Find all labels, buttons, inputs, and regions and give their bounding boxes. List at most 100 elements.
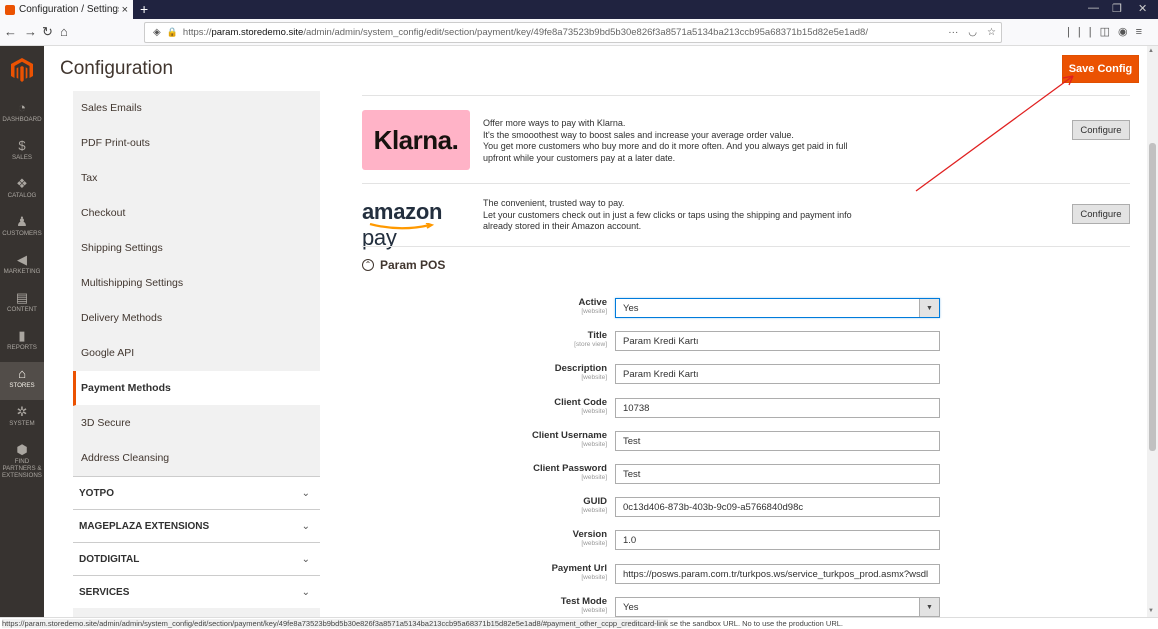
field-label-text: Active bbox=[578, 297, 607, 308]
config-tab-shipping-settings[interactable]: Shipping Settings bbox=[73, 231, 320, 266]
config-group-services[interactable]: SERVICES ⌄ bbox=[73, 575, 320, 608]
config-tab-tax[interactable]: Tax bbox=[73, 161, 320, 196]
admin-nav-find[interactable]: ⬢ FIND PARTNERS & EXTENSIONS bbox=[0, 438, 44, 479]
admin-nav-sales[interactable]: $ SALES bbox=[0, 134, 44, 172]
amazon-pay-logo: amazon pay bbox=[362, 199, 443, 250]
chevron-down-icon[interactable]: ⌄ bbox=[302, 554, 310, 565]
config-tab-google-api[interactable]: Google API bbox=[73, 336, 320, 371]
scrollbar-thumb[interactable] bbox=[1149, 143, 1156, 451]
admin-nav-catalog[interactable]: ❖ CATALOG bbox=[0, 172, 44, 210]
active-select[interactable]: Yes ▼ bbox=[615, 298, 940, 318]
pocket-icon[interactable]: ◡ bbox=[968, 27, 977, 38]
field-scope: [website] bbox=[581, 540, 607, 547]
bookmark-star-icon[interactable]: ☆ bbox=[987, 27, 996, 38]
config-tab-checkout[interactable]: Checkout bbox=[73, 196, 320, 231]
shield-icon[interactable]: ◈ bbox=[153, 27, 161, 38]
tab-close-icon[interactable]: × bbox=[122, 4, 128, 16]
field-label-text: Test Mode bbox=[560, 596, 607, 607]
field-label-text: Client Password bbox=[533, 463, 607, 474]
config-tab-3d-secure[interactable]: 3D Secure bbox=[73, 406, 320, 441]
minimize-icon[interactable]: — bbox=[1088, 2, 1099, 14]
guid-input[interactable]: 0c13d406-873b-403b-9c09-a5766840d98c bbox=[615, 497, 940, 517]
page-scrollbar[interactable]: ▲ ▼ bbox=[1147, 46, 1158, 617]
amazon-smile-icon bbox=[369, 223, 435, 230]
field-label: Client Code [website] bbox=[554, 397, 607, 416]
admin-nav-stores[interactable]: ⌂ STORES bbox=[0, 362, 44, 400]
description-input[interactable]: Param Kredi Kartı bbox=[615, 364, 940, 384]
tab-title: Configuration / Settings / Stor bbox=[19, 4, 119, 15]
config-group-dotdigital[interactable]: DOTDIGITAL ⌄ bbox=[73, 542, 320, 575]
admin-nav-marketing[interactable]: ◀ MARKETING bbox=[0, 248, 44, 286]
admin-nav-label: DASHBOARD bbox=[2, 116, 42, 123]
admin-nav-dashboard[interactable]: ◔ DASHBOARD bbox=[0, 96, 44, 134]
box-icon: ❖ bbox=[16, 176, 28, 191]
save-config-button[interactable]: Save Config bbox=[1062, 55, 1139, 83]
scroll-up-icon[interactable]: ▲ bbox=[1148, 48, 1154, 54]
chevron-down-icon[interactable]: ⌄ bbox=[302, 521, 310, 532]
field-label-text: Payment Url bbox=[551, 563, 607, 574]
config-tab-multishipping-settings[interactable]: Multishipping Settings bbox=[73, 266, 320, 301]
collapse-toggle-icon[interactable]: ⌃ bbox=[362, 259, 374, 271]
url-text[interactable]: https://param.storedemo.site/admin/admin… bbox=[183, 27, 943, 38]
config-tab-sales-emails[interactable]: Sales Emails bbox=[73, 91, 320, 126]
payment-url-input[interactable]: https://posws.param.com.tr/turkpos.ws/se… bbox=[615, 564, 940, 584]
config-group-mageplaza-extensions[interactable]: MAGEPLAZA EXTENSIONS ⌄ bbox=[73, 509, 320, 542]
admin-nav-system[interactable]: ✲ SYSTEM bbox=[0, 400, 44, 438]
config-tab-pdf-print-outs[interactable]: PDF Print-outs bbox=[73, 126, 320, 161]
field-row-client-username: Client Username [website] Test bbox=[336, 430, 1144, 452]
klarna-configure-button[interactable]: Configure bbox=[1072, 120, 1130, 140]
chevron-down-icon[interactable]: ⌄ bbox=[302, 587, 310, 598]
amazon-pay-configure-button[interactable]: Configure bbox=[1072, 204, 1130, 224]
test-mode-select[interactable]: Yes ▼ bbox=[615, 597, 940, 617]
param-pos-section-header[interactable]: ⌃ Param POS bbox=[362, 258, 445, 272]
magento-logo-icon[interactable] bbox=[11, 58, 33, 82]
admin-nav-label: CONTENT bbox=[7, 306, 37, 313]
field-label: Version [website] bbox=[573, 529, 607, 548]
admin-nav-label: CUSTOMERS bbox=[2, 230, 42, 237]
admin-nav-content[interactable]: ▤ CONTENT bbox=[0, 286, 44, 324]
admin-nav-customers[interactable]: ♟ CUSTOMERS bbox=[0, 210, 44, 248]
browser-toolbar-icons[interactable]: |||◫◉≡ bbox=[1067, 25, 1150, 38]
field-label-text: GUID bbox=[583, 496, 607, 507]
config-tab-payment-methods[interactable]: Payment Methods bbox=[73, 371, 320, 406]
field-value: Test bbox=[623, 468, 641, 480]
forward-icon[interactable]: → bbox=[24, 24, 37, 40]
reload-icon[interactable]: ↻ bbox=[42, 24, 53, 40]
browser-tab-bar: Configuration / Settings / Stor × + — ❐ … bbox=[0, 0, 1158, 19]
klarna-description: Offer more ways to pay with Klarna. It's… bbox=[483, 118, 848, 163]
lock-icon[interactable]: 🔒 bbox=[167, 27, 178, 38]
title-input[interactable]: Param Kredi Kartı bbox=[615, 331, 940, 351]
admin-nav-label: SYSTEM bbox=[9, 420, 35, 427]
scroll-down-icon[interactable]: ▼ bbox=[1148, 608, 1154, 614]
dropdown-arrow-icon[interactable]: ▼ bbox=[919, 299, 939, 317]
config-group-yotpo[interactable]: YOTPO ⌄ bbox=[73, 476, 320, 509]
chevron-down-icon[interactable]: ⌄ bbox=[302, 488, 310, 499]
version-input[interactable]: 1.0 bbox=[615, 530, 940, 550]
browser-status-bar: https://param.storedemo.site/admin/admin… bbox=[0, 617, 1158, 629]
admin-nav-reports[interactable]: ▮ REPORTS bbox=[0, 324, 44, 362]
field-row-title: Title [store view] Param Kredi Kartı bbox=[336, 330, 1144, 352]
restore-icon[interactable]: ❐ bbox=[1112, 2, 1122, 15]
dropdown-arrow-icon[interactable]: ▼ bbox=[919, 598, 939, 616]
field-scope: [website] bbox=[581, 374, 607, 381]
config-tab-address-cleansing[interactable]: Address Cleansing bbox=[73, 441, 320, 476]
admin-nav-label: REPORTS bbox=[7, 344, 37, 351]
field-label: Test Mode [website] bbox=[561, 596, 607, 615]
new-tab-button[interactable]: + bbox=[140, 1, 148, 17]
browser-tab[interactable]: Configuration / Settings / Stor × bbox=[0, 0, 133, 19]
gear-icon: ✲ bbox=[16, 404, 28, 419]
client-code-input[interactable]: 10738 bbox=[615, 398, 940, 418]
url-bar[interactable]: ◈ 🔒 https://param.storedemo.site/admin/a… bbox=[144, 22, 1002, 43]
page-actions-icon[interactable]: ··· bbox=[948, 27, 958, 38]
field-value: https://posws.param.com.tr/turkpos.ws/se… bbox=[623, 568, 929, 580]
field-scope: [website] bbox=[581, 507, 607, 514]
person-icon: ♟ bbox=[16, 214, 28, 229]
client-password-input[interactable]: Test bbox=[615, 464, 940, 484]
client-username-input[interactable]: Test bbox=[615, 431, 940, 451]
home-icon[interactable]: ⌂ bbox=[60, 24, 68, 40]
close-window-icon[interactable]: ✕ bbox=[1138, 2, 1147, 15]
back-icon[interactable]: ← bbox=[4, 24, 17, 40]
config-tab-delivery-methods[interactable]: Delivery Methods bbox=[73, 301, 320, 336]
admin-nav-label: MARKETING bbox=[3, 268, 41, 275]
divider bbox=[362, 95, 1130, 96]
